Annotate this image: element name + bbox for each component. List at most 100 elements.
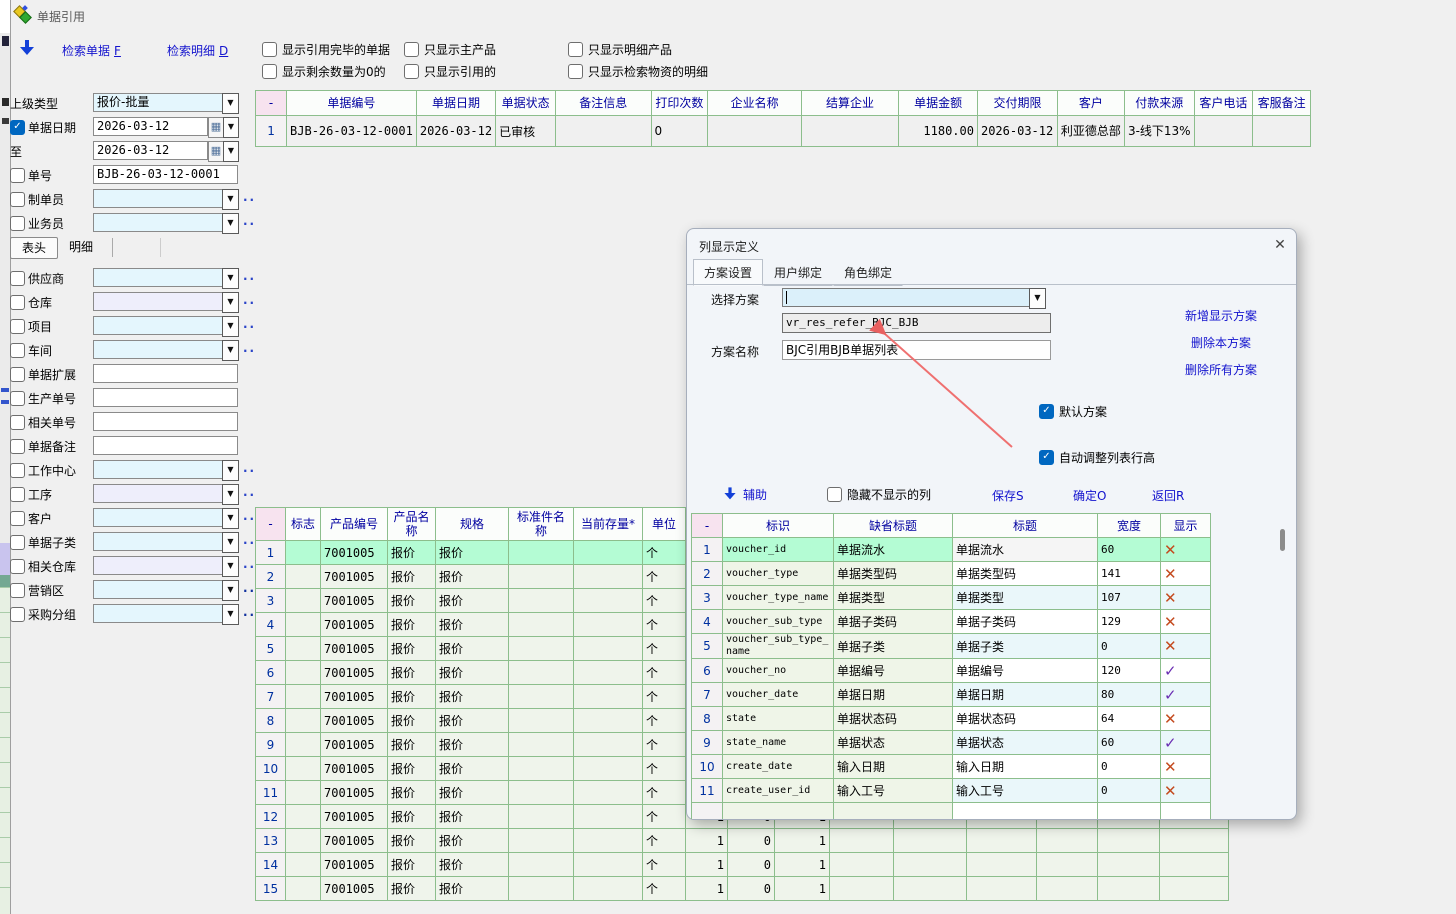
column-header[interactable]: 缺省标题: [834, 514, 953, 538]
toolbar-down-arrow-icon[interactable]: [20, 39, 34, 55]
cell[interactable]: [574, 661, 643, 685]
cell[interactable]: 15: [256, 877, 286, 901]
cell[interactable]: [509, 565, 574, 589]
cell[interactable]: [574, 853, 643, 877]
sidebar-checkbox[interactable]: [10, 192, 25, 207]
cell[interactable]: 0: [1098, 634, 1161, 659]
cell[interactable]: 单据编号: [953, 659, 1098, 683]
column-header[interactable]: -: [256, 508, 286, 541]
plan-name-input[interactable]: BJC引用BJB单据列表: [782, 340, 1051, 360]
cell[interactable]: [708, 116, 802, 147]
cell[interactable]: [574, 565, 643, 589]
cell[interactable]: 7001005: [321, 565, 388, 589]
dialog-tab-用户绑定[interactable]: 用户绑定: [763, 259, 833, 286]
cell[interactable]: 7001005: [321, 805, 388, 829]
cell[interactable]: 7001005: [321, 541, 388, 565]
cell[interactable]: 0: [1098, 779, 1161, 803]
cell[interactable]: ✕: [1161, 779, 1211, 803]
cell[interactable]: 6: [256, 661, 286, 685]
search-detail-link[interactable]: 检索明细D: [167, 42, 228, 59]
cell[interactable]: [509, 661, 574, 685]
detail-row[interactable]: 147001005报价报价个101: [256, 853, 1229, 877]
dialog-scrollbar-thumb[interactable]: [1280, 529, 1285, 551]
sidebar-checkbox[interactable]: [10, 367, 25, 382]
filter-checkbox[interactable]: 只显示主产品: [404, 41, 496, 57]
cell[interactable]: 报价: [388, 733, 436, 757]
cell[interactable]: 报价: [436, 805, 509, 829]
sidebar-tab-表头[interactable]: 表头: [10, 237, 58, 259]
cell[interactable]: [1098, 853, 1160, 877]
cell[interactable]: 8: [256, 709, 286, 733]
cell[interactable]: 9: [692, 731, 723, 755]
column-header[interactable]: 打印次数: [651, 91, 708, 116]
column-header[interactable]: 结算企业: [801, 91, 898, 116]
cell[interactable]: 7: [256, 685, 286, 709]
cell[interactable]: 单据日期: [953, 683, 1098, 707]
chevron-down-icon[interactable]: ▼: [223, 117, 239, 138]
cell[interactable]: 个: [643, 781, 686, 805]
chevron-down-icon[interactable]: ▼: [222, 316, 239, 337]
cell[interactable]: 10: [692, 755, 723, 779]
column-header[interactable]: 产品名称: [388, 508, 436, 541]
chevron-down-icon[interactable]: ▼: [222, 340, 239, 361]
chevron-down-icon[interactable]: ▼: [222, 213, 239, 234]
column-grid-row[interactable]: 4voucher_sub_type单据子类码单据子类码129✕: [692, 610, 1211, 634]
lookup-dots-button[interactable]: ..: [243, 269, 256, 283]
cell[interactable]: 报价: [388, 805, 436, 829]
assist-button[interactable]: 辅助: [723, 485, 767, 504]
sidebar-dropdown-field[interactable]: [93, 556, 223, 575]
cell[interactable]: state_name: [723, 731, 834, 755]
detail-row[interactable]: 137001005报价报价个101: [256, 829, 1229, 853]
sidebar-checkbox[interactable]: [10, 343, 25, 358]
cell[interactable]: [286, 637, 321, 661]
lookup-dots-button[interactable]: ..: [243, 317, 256, 331]
column-grid-row[interactable]: 10create_date输入日期输入日期0✕: [692, 755, 1211, 779]
cell[interactable]: [509, 733, 574, 757]
cell[interactable]: voucher_id: [723, 538, 834, 562]
cell[interactable]: [1098, 829, 1160, 853]
cell[interactable]: 个: [643, 805, 686, 829]
cell[interactable]: 输入日期: [834, 755, 953, 779]
cell[interactable]: 4: [692, 610, 723, 634]
cell[interactable]: [509, 757, 574, 781]
cell[interactable]: [1161, 803, 1211, 820]
cell[interactable]: [574, 541, 643, 565]
cell[interactable]: 单据状态: [834, 731, 953, 755]
cell[interactable]: [1037, 853, 1098, 877]
cell[interactable]: 输入日期: [953, 755, 1098, 779]
voucher-row[interactable]: 1BJB-26-03-12-00012026-03-12已审核01180.002…: [256, 116, 1311, 147]
column-header[interactable]: 标志: [286, 508, 321, 541]
cell[interactable]: 2026-03-12: [977, 116, 1057, 147]
cell[interactable]: 报价: [436, 781, 509, 805]
chevron-down-icon[interactable]: ▼: [222, 604, 239, 625]
cell[interactable]: 7001005: [321, 853, 388, 877]
close-icon[interactable]: ✕: [1269, 234, 1291, 256]
cell[interactable]: 个: [643, 637, 686, 661]
cell[interactable]: 1: [686, 829, 728, 853]
sidebar-dropdown-field[interactable]: 报价-批量: [93, 93, 223, 112]
cell[interactable]: [286, 709, 321, 733]
cell[interactable]: 1: [686, 853, 728, 877]
cell[interactable]: [286, 541, 321, 565]
filter-checkbox[interactable]: 显示剩余数量为0的: [262, 63, 386, 79]
cell[interactable]: 2026-03-12: [416, 116, 495, 147]
sidebar-checkbox[interactable]: [10, 439, 25, 454]
cell[interactable]: 9: [256, 733, 286, 757]
cell[interactable]: 11: [692, 779, 723, 803]
cell[interactable]: 14: [256, 853, 286, 877]
cell[interactable]: 5: [256, 637, 286, 661]
cell[interactable]: 个: [643, 565, 686, 589]
cell[interactable]: 141: [1098, 562, 1161, 586]
cell[interactable]: voucher_date: [723, 683, 834, 707]
cell[interactable]: 7001005: [321, 757, 388, 781]
cell[interactable]: [574, 829, 643, 853]
column-header[interactable]: 备注信息: [556, 91, 651, 116]
cell[interactable]: [509, 589, 574, 613]
cell[interactable]: 7001005: [321, 829, 388, 853]
cell[interactable]: [509, 829, 574, 853]
cell[interactable]: 6: [692, 659, 723, 683]
column-header[interactable]: 标题: [953, 514, 1098, 538]
cell[interactable]: 60: [1098, 731, 1161, 755]
chevron-down-icon[interactable]: ▼: [222, 268, 239, 289]
sidebar-date-field[interactable]: 2026-03-12: [93, 117, 208, 136]
